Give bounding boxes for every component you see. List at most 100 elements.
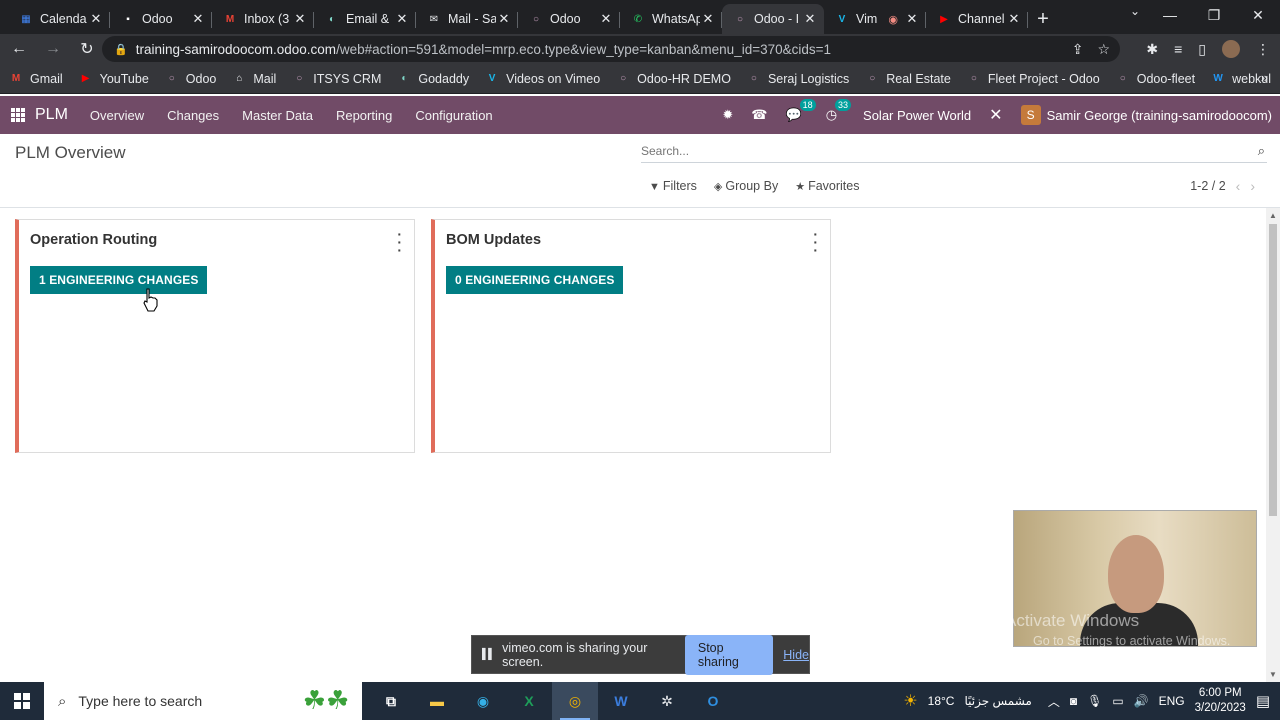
kanban-card-bom-updates[interactable]: BOM Updates · · · 0 ENGINEERING CHANGES [431,219,831,453]
stop-sharing-button[interactable]: Stop sharing [684,634,774,675]
edge-icon[interactable]: ◉ [460,682,506,720]
bookmark-item[interactable]: ▶ YouTube [78,71,149,87]
scrollbar-thumb[interactable] [1269,224,1277,516]
tab-search-icon[interactable]: ⌄ [1130,4,1140,18]
close-tab-icon[interactable]: ✕ [598,11,614,27]
browser-tab[interactable]: ◐ Email & ✕ [314,4,416,34]
bookmark-item[interactable]: V Videos on Vimeo [484,71,600,87]
menu-overview[interactable]: Overview [90,108,144,123]
card-menu-icon[interactable]: · · · [397,227,402,257]
browser-tab[interactable]: V Vim ◉ ✕ [824,4,926,34]
forward-button[interactable]: → [38,34,68,64]
chrome-icon[interactable]: ◎ [552,682,598,720]
meet-icon[interactable]: ◙ [1070,694,1077,708]
close-tab-icon[interactable]: ✕ [292,11,308,27]
close-tab-icon[interactable]: ✕ [1006,11,1022,27]
new-tab-button[interactable]: + [1028,4,1058,34]
browser-tab[interactable]: ✆ WhatsAp ✕ [620,4,722,34]
menu-master-data[interactable]: Master Data [242,108,313,123]
user-menu[interactable]: S Samir George (training-samirodoocom) [1020,105,1272,125]
vertical-scrollbar[interactable]: ▲ ▼ [1266,208,1280,682]
browser-tab[interactable]: ○ Odoo - I ✕ [722,4,824,34]
group-by-button[interactable]: ◈ Group By [714,179,778,193]
app-brand[interactable]: PLM [35,106,68,124]
engineering-changes-button[interactable]: 1 ENGINEERING CHANGES [30,266,208,294]
microphone-icon[interactable]: 🎙 [1087,694,1102,708]
battery-icon[interactable]: ▭ [1112,694,1123,708]
company-switcher[interactable]: Solar Power World [863,108,971,123]
close-tab-icon[interactable]: ✕ [88,11,104,27]
bookmark-item[interactable]: ⌂ Mail [231,71,276,87]
browser-tab[interactable]: M Inbox (3 ✕ [212,4,314,34]
messages-icon[interactable]: 💬 18 [786,99,816,123]
weather-temp[interactable]: 18°C [928,694,955,708]
task-view-icon[interactable]: ⧉ [368,682,414,720]
taskbar-search[interactable]: ⌕ Type here to search ☘☘ [44,682,362,720]
outlook-icon[interactable]: O [690,682,736,720]
favorites-button[interactable]: ★ Favorites [795,179,859,193]
apps-menu-icon[interactable] [11,108,25,122]
start-button[interactable] [0,682,44,720]
weather-icon[interactable]: ☀ [903,691,917,711]
menu-configuration[interactable]: Configuration [415,108,492,123]
extensions-icon[interactable]: ✱ [1146,41,1158,58]
card-menu-icon[interactable]: · · · [813,227,818,257]
close-tab-icon[interactable]: ✕ [904,11,920,27]
menu-reporting[interactable]: Reporting [336,108,392,123]
word-icon[interactable]: W [598,682,644,720]
pager-previous-icon[interactable]: ‹ [1236,178,1241,194]
notifications-icon[interactable]: ▤ [1256,692,1270,710]
bookmarks-overflow-icon[interactable]: » [1261,70,1268,85]
phone-icon[interactable]: ☎ [751,107,767,123]
weather-text[interactable]: مشمس جزئيًا [964,694,1031,708]
bookmark-item[interactable]: ○ Fleet Project - Odoo [966,71,1100,87]
restore-button[interactable]: ❐ [1192,0,1236,30]
close-window-button[interactable]: ✕ [1236,0,1280,30]
back-button[interactable]: ← [4,34,34,64]
filters-button[interactable]: ▼ Filters [649,179,697,193]
address-bar[interactable]: 🔒 training-samirodoocom.odoo.com/web#act… [102,36,1120,62]
share-icon[interactable]: ⇪ [1072,41,1084,58]
search-icon[interactable]: ⌕ [1258,143,1265,159]
browser-tab[interactable]: ✉ Mail - Sa ✕ [416,4,518,34]
tools-icon[interactable]: ✕ [989,105,1002,125]
bookmark-item[interactable]: M Gmail [8,71,63,87]
browser-tab[interactable]: ▪ Odoo ✕ [110,4,212,34]
tray-chevron-icon[interactable]: ︿ [1048,693,1060,710]
engineering-changes-button[interactable]: 0 ENGINEERING CHANGES [446,266,624,294]
file-explorer-icon[interactable]: ▬ [414,682,460,720]
activities-icon[interactable]: ◷ 33 [826,99,852,123]
hide-link[interactable]: Hide [783,648,809,662]
kanban-card-operation-routing[interactable]: Operation Routing · · · 1 ENGINEERING CHAN… [15,219,415,453]
language-indicator[interactable]: ENG [1159,694,1185,708]
pager-value[interactable]: 1-2 / 2 [1190,179,1225,193]
side-panel-icon[interactable]: ▯ [1198,41,1206,58]
bookmark-item[interactable]: ◐ Godaddy [396,71,469,87]
excel-icon[interactable]: X [506,682,552,720]
slack-icon[interactable]: ✲ [644,682,690,720]
bookmark-item[interactable]: ○ Odoo-HR DEMO [615,71,731,87]
scroll-up-icon[interactable]: ▲ [1269,211,1277,220]
profile-avatar[interactable] [1222,40,1240,58]
bookmark-item[interactable]: ○ ITSYS CRM [291,71,381,87]
bookmark-item[interactable]: ○ Odoo-fleet [1115,71,1195,87]
close-tab-icon[interactable]: ✕ [700,11,716,27]
browser-tab[interactable]: ▦ Calenda ✕ [8,4,110,34]
debug-bug-icon[interactable]: ✹ [722,107,733,123]
scroll-down-icon[interactable]: ▼ [1269,670,1277,679]
volume-icon[interactable]: 🔊 [1134,694,1149,708]
media-icon[interactable]: ≡ [1174,41,1182,57]
browser-tab[interactable]: ▶ Channel ✕ [926,4,1028,34]
lock-icon[interactable]: 🔒 [114,43,128,56]
bookmark-item[interactable]: ○ Seraj Logistics [746,71,849,87]
reload-button[interactable]: ↻ [72,34,102,64]
browser-tab[interactable]: ○ Odoo ✕ [518,4,620,34]
close-tab-icon[interactable]: ✕ [190,11,206,27]
close-tab-icon[interactable]: ✕ [394,11,410,27]
pager-next-icon[interactable]: › [1250,178,1255,194]
bookmark-item[interactable]: ○ Odoo [164,71,217,87]
close-tab-icon[interactable]: ✕ [802,11,818,27]
close-tab-icon[interactable]: ✕ [496,11,512,27]
menu-changes[interactable]: Changes [167,108,219,123]
browser-menu-icon[interactable]: ⋮ [1256,41,1270,58]
